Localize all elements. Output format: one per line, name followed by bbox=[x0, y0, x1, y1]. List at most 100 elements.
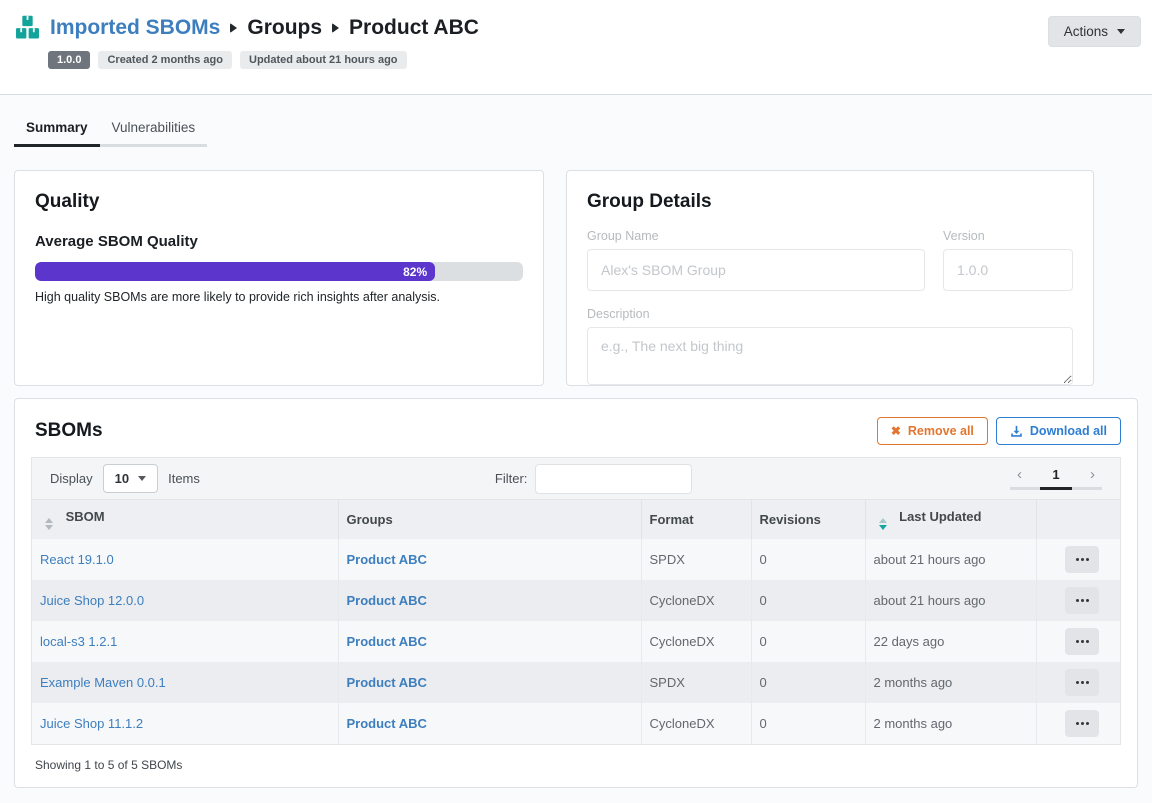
column-header-sbom[interactable]: SBOM bbox=[32, 500, 338, 539]
revisions-cell: 0 bbox=[751, 580, 865, 621]
chevron-right-icon bbox=[230, 23, 237, 33]
sbom-link[interactable]: React 19.1.0 bbox=[40, 552, 114, 567]
remove-all-label: Remove all bbox=[908, 424, 974, 438]
table-row: Juice Shop 12.0.0 Product ABC CycloneDX … bbox=[32, 580, 1120, 621]
last-updated-cell: 2 months ago bbox=[865, 703, 1036, 744]
pagination: ‹ 1 › bbox=[1010, 467, 1102, 490]
column-header-last-updated[interactable]: Last Updated bbox=[865, 500, 1036, 539]
last-updated-cell: 2 months ago bbox=[865, 662, 1036, 703]
format-cell: CycloneDX bbox=[641, 580, 751, 621]
download-all-label: Download all bbox=[1030, 424, 1107, 438]
row-actions-button[interactable] bbox=[1065, 546, 1099, 573]
table-toolbar: Display 10 Items Filter: ‹ 1 › bbox=[31, 457, 1121, 500]
revisions-cell: 0 bbox=[751, 703, 865, 744]
version-label: Version bbox=[943, 229, 1073, 243]
quality-title: Quality bbox=[35, 191, 523, 213]
sboms-title: SBOMs bbox=[35, 420, 103, 442]
actions-button[interactable]: Actions bbox=[1048, 16, 1141, 47]
row-actions-button[interactable] bbox=[1065, 669, 1099, 696]
group-link[interactable]: Product ABC bbox=[347, 716, 427, 731]
boxes-icon bbox=[14, 14, 41, 41]
tab-vulnerabilities[interactable]: Vulnerabilities bbox=[100, 120, 208, 147]
row-actions-button[interactable] bbox=[1065, 710, 1099, 737]
actions-button-label: Actions bbox=[1064, 24, 1108, 39]
average-sbom-quality-label: Average SBOM Quality bbox=[35, 233, 523, 250]
row-actions-button[interactable] bbox=[1065, 628, 1099, 655]
group-link[interactable]: Product ABC bbox=[347, 552, 427, 567]
sbom-table: SBOM Groups Format Revisions Last Update… bbox=[31, 500, 1121, 745]
breadcrumb-groups[interactable]: Groups bbox=[247, 16, 322, 40]
breadcrumb-imported-sboms[interactable]: Imported SBOMs bbox=[50, 16, 220, 40]
group-details-title: Group Details bbox=[587, 191, 1073, 213]
version-field[interactable] bbox=[943, 249, 1073, 291]
description-field[interactable] bbox=[587, 327, 1073, 385]
group-link[interactable]: Product ABC bbox=[347, 634, 427, 649]
tab-bar: Summary Vulnerabilities bbox=[14, 120, 207, 147]
sbom-link[interactable]: local-s3 1.2.1 bbox=[40, 634, 117, 649]
sbom-link[interactable]: Juice Shop 12.0.0 bbox=[40, 593, 144, 608]
group-link[interactable]: Product ABC bbox=[347, 675, 427, 690]
page-size-select[interactable]: 10 bbox=[103, 464, 158, 493]
quality-progress-value: 82% bbox=[403, 265, 427, 279]
download-icon bbox=[1010, 425, 1023, 438]
last-updated-cell: 22 days ago bbox=[865, 621, 1036, 662]
quality-description: High quality SBOMs are more likely to pr… bbox=[35, 290, 523, 304]
display-label: Display bbox=[50, 471, 93, 486]
filter-input[interactable] bbox=[535, 464, 692, 494]
table-row: Example Maven 0.0.1 Product ABC SPDX 0 2… bbox=[32, 662, 1120, 703]
sort-icon-active bbox=[879, 518, 887, 530]
group-name-field[interactable] bbox=[587, 249, 925, 291]
badge-row: 1.0.0 Created 2 months ago Updated about… bbox=[48, 51, 1141, 69]
sbom-link[interactable]: Example Maven 0.0.1 bbox=[40, 675, 166, 690]
sbom-link[interactable]: Juice Shop 11.1.2 bbox=[40, 716, 143, 731]
remove-all-button[interactable]: ✖ Remove all bbox=[877, 417, 988, 445]
breadcrumb: Imported SBOMs Groups Product ABC bbox=[50, 16, 479, 40]
updated-badge: Updated about 21 hours ago bbox=[240, 51, 407, 69]
table-row: local-s3 1.2.1 Product ABC CycloneDX 0 2… bbox=[32, 621, 1120, 662]
description-label: Description bbox=[587, 307, 1073, 321]
tab-summary[interactable]: Summary bbox=[14, 120, 100, 147]
quality-progress-bar: 82% bbox=[35, 262, 523, 281]
ellipsis-icon bbox=[1076, 722, 1079, 725]
caret-down-icon bbox=[1117, 29, 1125, 34]
group-details-card: Group Details Group Name Version Descrip… bbox=[566, 170, 1094, 386]
sort-icon bbox=[45, 518, 53, 530]
format-cell: CycloneDX bbox=[641, 703, 751, 744]
version-badge: 1.0.0 bbox=[48, 51, 90, 69]
download-all-button[interactable]: Download all bbox=[996, 417, 1121, 445]
page-header: Imported SBOMs Groups Product ABC 1.0.0 … bbox=[0, 0, 1152, 95]
group-name-label: Group Name bbox=[587, 229, 925, 243]
format-cell: SPDX bbox=[641, 662, 751, 703]
group-link[interactable]: Product ABC bbox=[347, 593, 427, 608]
table-row: Juice Shop 11.1.2 Product ABC CycloneDX … bbox=[32, 703, 1120, 744]
last-updated-cell: about 21 hours ago bbox=[865, 580, 1036, 621]
x-icon: ✖ bbox=[891, 425, 901, 437]
ellipsis-icon bbox=[1076, 599, 1079, 602]
quality-card: Quality Average SBOM Quality 82% High qu… bbox=[14, 170, 544, 386]
format-cell: SPDX bbox=[641, 539, 751, 580]
filter-label: Filter: bbox=[495, 471, 528, 486]
pagination-thumb bbox=[1040, 487, 1071, 490]
sboms-card: SBOMs ✖ Remove all Download all Display … bbox=[14, 398, 1138, 788]
ellipsis-icon bbox=[1076, 558, 1079, 561]
revisions-cell: 0 bbox=[751, 621, 865, 662]
last-updated-cell: about 21 hours ago bbox=[865, 539, 1036, 580]
table-footer-summary: Showing 1 to 5 of 5 SBOMs bbox=[31, 758, 1121, 772]
column-header-format[interactable]: Format bbox=[641, 500, 751, 539]
revisions-cell: 0 bbox=[751, 539, 865, 580]
page-size-value: 10 bbox=[115, 471, 129, 486]
next-page-button[interactable]: › bbox=[1090, 467, 1095, 482]
column-header-revisions[interactable]: Revisions bbox=[751, 500, 865, 539]
caret-down-icon bbox=[138, 476, 146, 481]
created-badge: Created 2 months ago bbox=[98, 51, 232, 69]
ellipsis-icon bbox=[1076, 640, 1079, 643]
row-actions-button[interactable] bbox=[1065, 587, 1099, 614]
current-page[interactable]: 1 bbox=[1052, 467, 1059, 482]
prev-page-button[interactable]: ‹ bbox=[1017, 467, 1022, 482]
pagination-track bbox=[1010, 487, 1102, 490]
breadcrumb-product-abc: Product ABC bbox=[349, 16, 479, 40]
format-cell: CycloneDX bbox=[641, 621, 751, 662]
sbom-table-body: React 19.1.0 Product ABC SPDX 0 about 21… bbox=[32, 539, 1120, 744]
column-header-groups[interactable]: Groups bbox=[338, 500, 641, 539]
ellipsis-icon bbox=[1076, 681, 1079, 684]
